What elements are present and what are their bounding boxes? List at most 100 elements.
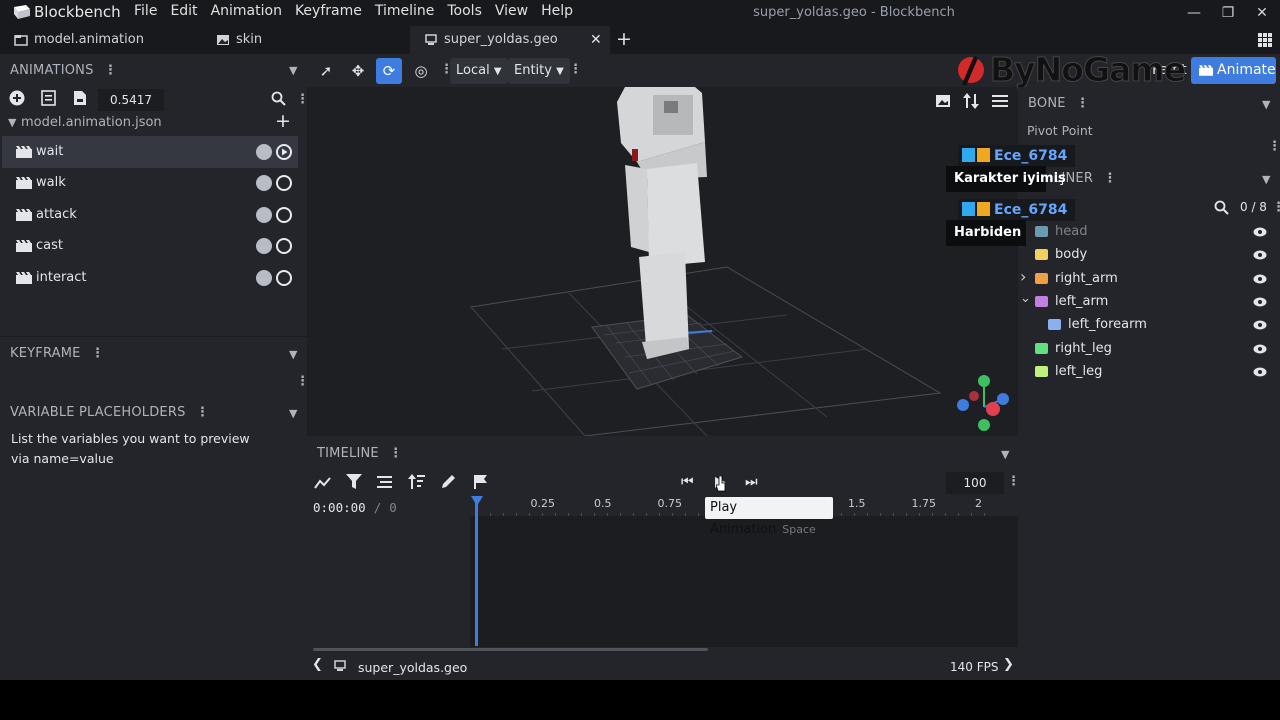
tab-skin[interactable]: skin	[202, 26, 408, 54]
more-vertical-icon[interactable]: ⋮	[389, 446, 402, 461]
animation-item-cast[interactable]: cast	[2, 230, 298, 262]
collapse-chevron-icon[interactable]: ›	[1020, 267, 1026, 286]
animation-item-attack[interactable]: attack	[2, 199, 298, 231]
outliner-item-right-leg[interactable]: right_leg	[1018, 338, 1280, 361]
more-vertical-icon[interactable]: ⋮	[1268, 139, 1280, 154]
eye-visibility-icon[interactable]	[1253, 320, 1267, 330]
chevron-right-icon[interactable]: ❯	[1003, 657, 1014, 672]
hamburger-menu-icon[interactable]	[992, 95, 1008, 107]
chevron-down-icon[interactable]: ▼	[1262, 173, 1270, 186]
more-vertical-icon[interactable]: ⋮	[104, 63, 117, 78]
outliner-item-body[interactable]: body	[1018, 244, 1280, 267]
graph-editor-icon[interactable]	[314, 476, 331, 489]
add-animation-icon[interactable]	[9, 90, 25, 106]
radio-circle-icon[interactable]	[276, 207, 292, 223]
check-icon[interactable]	[256, 175, 272, 191]
rotate-tool-icon[interactable]: ⟳	[376, 58, 402, 84]
folder-icon	[1035, 272, 1048, 284]
screenshot-image-icon[interactable]	[935, 94, 951, 108]
export-animation-file-icon[interactable]	[73, 90, 87, 106]
radio-circle-icon[interactable]	[276, 175, 292, 191]
outliner-item-left-arm[interactable]: ⌄ left_arm	[1018, 291, 1280, 314]
animation-time-input[interactable]: 0.5417	[98, 89, 164, 111]
variables-hint-text[interactable]: List the variables you want to preview v…	[11, 429, 251, 469]
check-icon[interactable]	[256, 238, 272, 254]
check-icon[interactable]	[256, 207, 272, 223]
eye-visibility-icon[interactable]	[1253, 274, 1267, 284]
chevron-down-icon[interactable]: ▼	[289, 407, 297, 420]
filter-icon[interactable]	[346, 474, 362, 489]
more-vertical-icon[interactable]: ⋮	[196, 405, 209, 420]
outliner-item-head[interactable]: head	[1018, 221, 1280, 244]
3d-viewport[interactable]	[307, 87, 1018, 436]
animation-item-wait[interactable]: wait	[2, 136, 298, 168]
more-vertical-icon[interactable]: ⋮	[1103, 171, 1116, 186]
pivot-mode-dropdown[interactable]: Entity ▼	[508, 58, 570, 84]
mode-animate-button[interactable]: Animate	[1191, 57, 1276, 84]
outliner-item-left-leg[interactable]: left_leg	[1018, 361, 1280, 384]
close-tab-icon[interactable]: ✕	[590, 26, 602, 54]
eye-visibility-icon[interactable]	[1253, 227, 1267, 237]
skip-to-end-icon[interactable]: ⏭	[745, 474, 758, 490]
add-to-file-button[interactable]: +	[275, 110, 291, 132]
chevron-down-icon[interactable]: ▼	[289, 64, 297, 77]
close-window-button[interactable]: ✕	[1248, 2, 1276, 24]
more-vertical-icon[interactable]: ⋮	[1007, 474, 1020, 489]
chevron-down-icon[interactable]: ▼	[1001, 448, 1009, 461]
search-icon[interactable]	[271, 91, 286, 106]
timeline-zoom-input[interactable]: 100	[946, 472, 1004, 494]
title-bar: Blockbench File Edit Animation Keyframe …	[0, 0, 1280, 26]
chevron-down-icon[interactable]: ▼	[289, 348, 297, 361]
animation-item-interact[interactable]: interact	[2, 262, 298, 294]
timeline-ruler[interactable]: 0.250.50.7511.251.51.752	[307, 494, 1018, 518]
chat-username: Ece_6784	[958, 199, 1076, 221]
radio-circle-icon[interactable]	[276, 238, 292, 254]
more-vertical-icon[interactable]: ⋮	[1272, 200, 1280, 215]
timeline-keyframe-area[interactable]	[307, 496, 1018, 651]
load-animation-file-icon[interactable]	[41, 90, 56, 106]
play-circle-icon[interactable]	[276, 144, 292, 160]
flag-icon[interactable]	[474, 475, 487, 489]
animation-file-name[interactable]: model.animation.json	[21, 115, 162, 130]
move-tool-icon[interactable]: ➚	[313, 58, 339, 84]
tab-model-animation[interactable]: model.animation	[0, 26, 200, 54]
sort-arrows-icon[interactable]	[963, 93, 979, 109]
sort-up-icon[interactable]	[408, 474, 425, 489]
collapse-triangle-icon[interactable]: ▼	[8, 116, 16, 129]
more-vertical-icon[interactable]: ⋮	[569, 62, 582, 77]
eye-visibility-icon[interactable]	[1253, 250, 1267, 260]
more-vertical-icon[interactable]: ⋮	[91, 346, 104, 361]
eye-visibility-icon[interactable]	[1253, 344, 1267, 354]
viewport-scene	[470, 87, 942, 436]
minimize-button[interactable]: —	[1180, 2, 1208, 24]
move-arrows-icon[interactable]: ✥	[345, 58, 371, 84]
animation-item-walk[interactable]: walk	[2, 167, 298, 199]
pencil-icon[interactable]	[441, 474, 456, 489]
axis-gizmo[interactable]	[951, 372, 1011, 434]
more-vertical-icon[interactable]: ⋮	[1076, 96, 1089, 111]
transform-space-dropdown[interactable]: Local ▼	[450, 58, 508, 84]
outliner-item-right-arm[interactable]: › right_arm	[1018, 267, 1280, 291]
radio-circle-icon[interactable]	[276, 270, 292, 286]
timeline-scrollbar[interactable]	[313, 648, 708, 651]
tab-super-yoldas-geo[interactable]: super_yoldas.geo ✕	[410, 26, 610, 54]
chevron-down-icon[interactable]: ▼	[1262, 98, 1270, 111]
check-icon[interactable]	[256, 144, 272, 160]
playhead-marker-icon[interactable]	[471, 496, 483, 506]
outliner-item-left-forearm[interactable]: left_forearm	[1018, 314, 1280, 337]
eye-visibility-icon[interactable]	[1253, 297, 1267, 307]
playhead[interactable]	[475, 500, 478, 646]
align-lines-icon[interactable]	[377, 476, 392, 488]
maximize-button[interactable]: ❐	[1214, 2, 1242, 24]
expand-chevron-icon[interactable]: ⌄	[1020, 291, 1031, 306]
new-tab-button[interactable]: +	[616, 26, 632, 54]
chevron-left-icon[interactable]: ❮	[312, 657, 323, 672]
outliner-item-label: left_forearm	[1068, 317, 1147, 333]
pivot-tool-icon[interactable]: ◎	[408, 58, 434, 84]
skip-to-start-icon[interactable]: ⏮	[681, 474, 694, 490]
check-icon[interactable]	[256, 270, 272, 286]
grid-menu-icon[interactable]	[1258, 33, 1272, 47]
search-icon[interactable]	[1214, 200, 1229, 215]
eye-visibility-icon[interactable]	[1253, 367, 1267, 377]
animation-label: attack	[36, 207, 77, 222]
